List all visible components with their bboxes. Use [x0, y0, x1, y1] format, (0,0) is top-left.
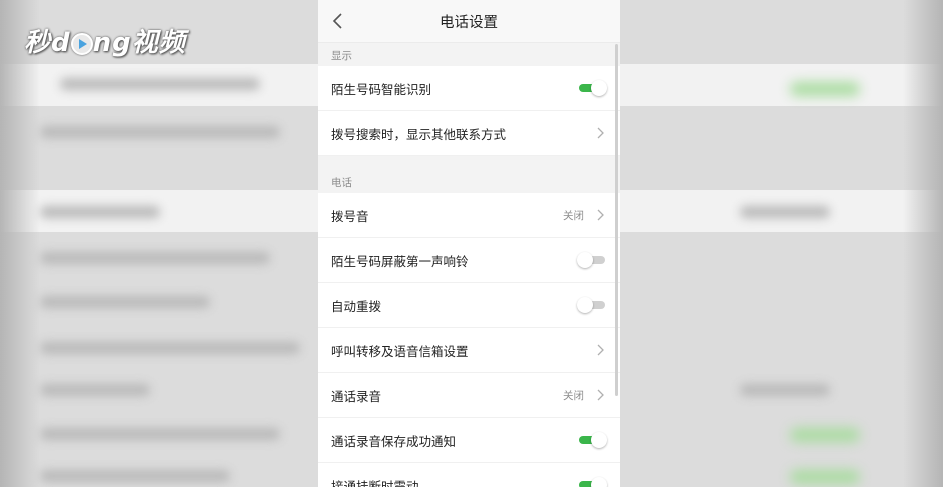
- setting-label: 陌生号码屏蔽第一声响铃: [331, 253, 469, 269]
- play-icon: [70, 32, 93, 55]
- toggle-knob: [577, 252, 593, 268]
- section-gap: [318, 156, 620, 170]
- title-bar: 电话设置: [318, 0, 620, 43]
- setting-row[interactable]: 拨号音 关闭: [318, 193, 620, 238]
- setting-label: 通话录音: [331, 388, 382, 404]
- toggle-switch[interactable]: [577, 477, 607, 487]
- toggle-knob: [591, 80, 607, 96]
- section-header-display: 显示: [318, 43, 620, 66]
- watermark-logo: 秒d ng视频: [24, 22, 186, 59]
- toggle-knob: [577, 297, 593, 313]
- chevron-right-icon: [597, 389, 604, 401]
- toggle-knob: [591, 432, 607, 448]
- toggle-knob: [591, 477, 607, 487]
- setting-row[interactable]: 陌生号码智能识别: [318, 66, 620, 111]
- setting-value: 关闭: [563, 209, 584, 222]
- setting-row[interactable]: 呼叫转移及语音信箱设置: [318, 328, 620, 373]
- setting-row[interactable]: 自动重拨: [318, 283, 620, 328]
- setting-label: 接通挂断时震动: [331, 478, 419, 487]
- watermark-text-pre: 秒: [24, 28, 52, 58]
- setting-row[interactable]: 通话录音 关闭: [318, 373, 620, 418]
- toggle-switch[interactable]: [577, 252, 607, 268]
- setting-label: 呼叫转移及语音信箱设置: [331, 343, 469, 359]
- setting-row[interactable]: 拨号搜索时，显示其他联系方式: [318, 111, 620, 156]
- setting-row[interactable]: 通话录音保存成功通知: [318, 418, 620, 463]
- toggle-switch[interactable]: [577, 297, 607, 313]
- page-title: 电话设置: [440, 14, 498, 31]
- setting-label: 通话录音保存成功通知: [331, 433, 457, 449]
- chevron-left-icon[interactable]: [328, 11, 348, 31]
- chevron-right-icon: [597, 344, 604, 356]
- setting-label: 拨号搜索时，显示其他联系方式: [331, 126, 507, 142]
- watermark-text-post: ng视频: [92, 28, 186, 58]
- setting-label: 陌生号码智能识别: [331, 81, 432, 97]
- chevron-right-icon: [597, 127, 604, 139]
- setting-label: 自动重拨: [331, 298, 382, 314]
- setting-row[interactable]: 陌生号码屏蔽第一声响铃: [318, 238, 620, 283]
- toggle-switch[interactable]: [577, 80, 607, 96]
- setting-row[interactable]: 接通挂断时震动: [318, 463, 620, 487]
- watermark-text-mid: d: [51, 28, 71, 58]
- toggle-switch[interactable]: [577, 432, 607, 448]
- phone-settings-screen: 电话设置 显示 陌生号码智能识别 拨号搜索时，显示其他联系方式 电话 拨号音 关闭 陌生号码…: [318, 0, 620, 487]
- chevron-right-icon: [597, 209, 604, 221]
- setting-label: 拨号音: [331, 208, 369, 224]
- settings-list: 显示 陌生号码智能识别 拨号搜索时，显示其他联系方式 电话 拨号音 关闭 陌生号码屏蔽第一声…: [318, 43, 620, 487]
- scrollbar[interactable]: [615, 44, 618, 396]
- setting-value: 关闭: [563, 389, 584, 402]
- section-header-phone: 电话: [318, 170, 620, 193]
